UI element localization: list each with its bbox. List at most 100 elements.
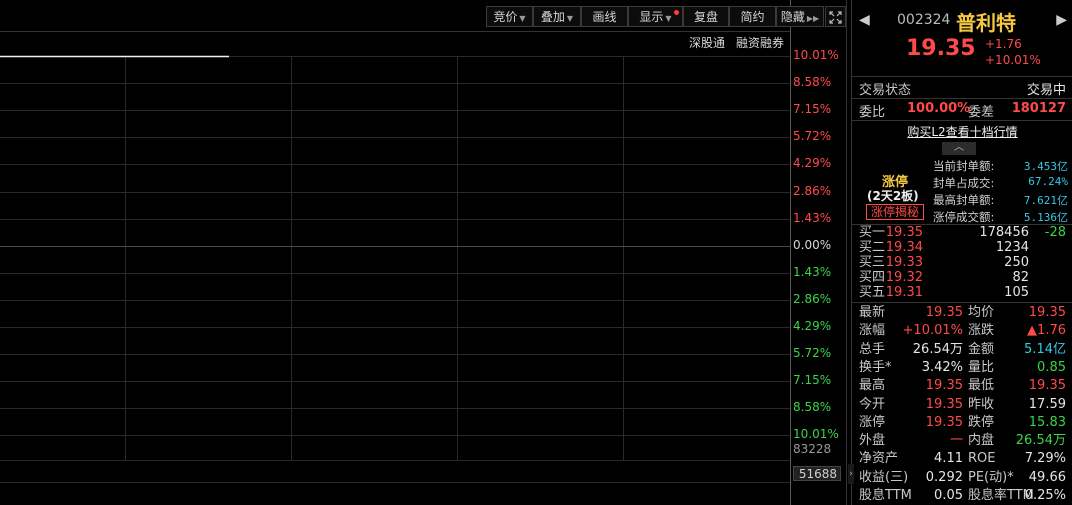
- limit-stat-value: 67.24%: [1028, 175, 1068, 188]
- chevron-right-icon: ›: [849, 469, 853, 479]
- shenzhen-connect-tag[interactable]: 深股通: [689, 34, 725, 51]
- bid-change: -28: [1044, 225, 1066, 240]
- quote-value: 0.85: [1037, 359, 1066, 375]
- quote-value: 26.54万: [912, 341, 963, 357]
- quote-row: 收益(三) 0.292 PE(动)* 49.66: [852, 469, 1072, 487]
- bid-volume: 1234: [995, 240, 1029, 255]
- quote-value: +10.01%: [902, 323, 963, 339]
- limit-stat-label: 涨停成交额:: [933, 210, 995, 224]
- trade-status-value: 交易中: [1026, 83, 1066, 98]
- divider: [852, 76, 1072, 77]
- quote-value: 19.35: [925, 305, 963, 320]
- quote-value: 7.29%: [1024, 451, 1066, 467]
- percent-axis-label: 7.15%: [793, 102, 832, 116]
- review-button[interactable]: 复盘: [683, 6, 729, 27]
- trade-status-label: 交易状态: [859, 83, 912, 98]
- quote-label: 今开: [859, 396, 886, 412]
- quote-value: 4.11: [934, 451, 963, 467]
- bid-label: 买四: [859, 270, 886, 285]
- bid-row[interactable]: 买二 19.34 1234: [852, 240, 1072, 255]
- review-button-label: 复盘: [693, 10, 718, 24]
- limit-up-secret-button[interactable]: 涨停揭秘: [866, 204, 924, 220]
- bid-price: 19.35: [885, 225, 923, 240]
- current-price: 19.35: [906, 36, 976, 61]
- hide-button[interactable]: 隐藏 ▶▶: [776, 6, 824, 27]
- bid-row[interactable]: 买五 19.31 105: [852, 285, 1072, 300]
- divider: [852, 120, 1072, 121]
- bid-label: 买五: [859, 285, 886, 300]
- percent-axis-label: 1.43%: [793, 265, 832, 279]
- buy-level2-link[interactable]: 购买L2查看十档行情: [907, 125, 1017, 139]
- percent-axis-label: 4.29%: [793, 156, 832, 170]
- quote-value: 49.66: [1028, 469, 1066, 485]
- quote-row: 今开 19.35 昨收 17.59: [852, 396, 1072, 414]
- order-diff-label: 委差: [968, 105, 995, 120]
- bid-row[interactable]: 买四 19.32 82: [852, 270, 1072, 285]
- quote-row: 涨幅 +10.01% 涨跌 ▲1.76: [852, 322, 1072, 340]
- simple-mode-button[interactable]: 简约: [729, 6, 776, 27]
- next-stock-arrow-icon[interactable]: ▶: [1056, 12, 1067, 28]
- limit-up-days: (2天2板): [867, 189, 919, 203]
- chevron-up-icon: ︿: [954, 142, 964, 153]
- percent-axis-label: 4.29%: [793, 319, 832, 333]
- percent-axis-label: 8.58%: [793, 400, 832, 414]
- percent-axis-label: 10.01%: [793, 48, 839, 62]
- price-change-pct: +10.01%: [985, 53, 1041, 67]
- overlay-button[interactable]: 叠加 ▼: [533, 6, 581, 27]
- quote-panel: ◀ ▶ 002324 普利特 19.35 +1.76 +10.01% 交易状态 …: [851, 0, 1072, 505]
- quote-value: 19.35: [1028, 378, 1066, 394]
- quote-label: 昨收: [968, 396, 995, 412]
- quote-row: 最高 19.35 最低 19.35: [852, 377, 1072, 395]
- volume-cursor-marker: 51688: [793, 466, 841, 481]
- bid-row[interactable]: 买三 19.33 250: [852, 255, 1072, 270]
- bid-volume: 105: [1004, 285, 1029, 300]
- bid-row[interactable]: 买一 19.35 178456 -28: [852, 225, 1072, 240]
- simple-mode-button-label: 简约: [740, 10, 765, 24]
- percent-axis-label: 10.01%: [793, 427, 839, 441]
- bid-volume: 178456: [979, 225, 1029, 240]
- chevron-down-icon: ▼: [566, 14, 574, 23]
- order-ratio-value: 100.00%: [907, 101, 971, 116]
- draw-line-button[interactable]: 画线: [581, 6, 628, 27]
- quote-label: 总手: [859, 341, 886, 357]
- notification-dot-icon: [674, 10, 679, 15]
- bid-label: 买二: [859, 240, 886, 255]
- quote-value: 19.35: [925, 378, 963, 394]
- quote-value: 26.54万: [1015, 433, 1066, 449]
- limit-stat-label: 最高封单额:: [933, 193, 995, 207]
- quote-label: 内盘: [968, 433, 995, 449]
- panel-toggle-handle[interactable]: ›: [848, 464, 854, 484]
- bid-price: 19.33: [885, 255, 923, 270]
- divider: [852, 98, 1072, 99]
- quote-label: 量比: [968, 359, 995, 375]
- quote-row: 总手 26.54万 金额 5.14亿: [852, 341, 1072, 359]
- quote-label: 收益(三): [859, 469, 909, 485]
- quote-label: 最高: [859, 378, 886, 394]
- fullscreen-button[interactable]: [825, 6, 846, 27]
- intraday-chart-area[interactable]: 竞价 ▼ 叠加 ▼ 画线 显示 ▼ 复盘 简约 隐藏 ▶▶ 深股通 融资融券 10.01…: [0, 0, 848, 505]
- chart-grid: [0, 0, 847, 505]
- quote-value: 19.35: [1028, 305, 1066, 320]
- margin-trading-tag[interactable]: 融资融券: [736, 34, 784, 51]
- quote-value: 5.14亿: [1024, 341, 1066, 357]
- collapse-toggle[interactable]: ︿: [942, 142, 976, 155]
- limit-stat-label: 当前封单额:: [933, 159, 995, 173]
- display-button[interactable]: 显示 ▼: [628, 6, 683, 27]
- quote-row: 涨停 19.35 跌停 15.83: [852, 414, 1072, 432]
- quote-value: 19.35: [925, 414, 963, 430]
- quote-label: 涨幅: [859, 323, 886, 339]
- bid-price: 19.31: [885, 285, 923, 300]
- quote-label: 涨停: [859, 414, 886, 430]
- stock-name: 普利特: [956, 11, 1016, 35]
- quote-label: PE(动)*: [968, 469, 1014, 485]
- bid-label: 买一: [859, 225, 886, 240]
- quote-label: 外盘: [859, 433, 886, 449]
- quote-value: 15.83: [1028, 414, 1066, 430]
- percent-axis-label: 1.43%: [793, 211, 832, 225]
- price-change: +1.76: [985, 37, 1022, 51]
- quote-label: 跌停: [968, 414, 995, 430]
- bidding-button[interactable]: 竞价 ▼: [486, 6, 533, 27]
- order-ratio-label: 委比: [859, 105, 886, 120]
- prev-stock-arrow-icon[interactable]: ◀: [859, 12, 870, 28]
- expand-icon: [829, 11, 842, 24]
